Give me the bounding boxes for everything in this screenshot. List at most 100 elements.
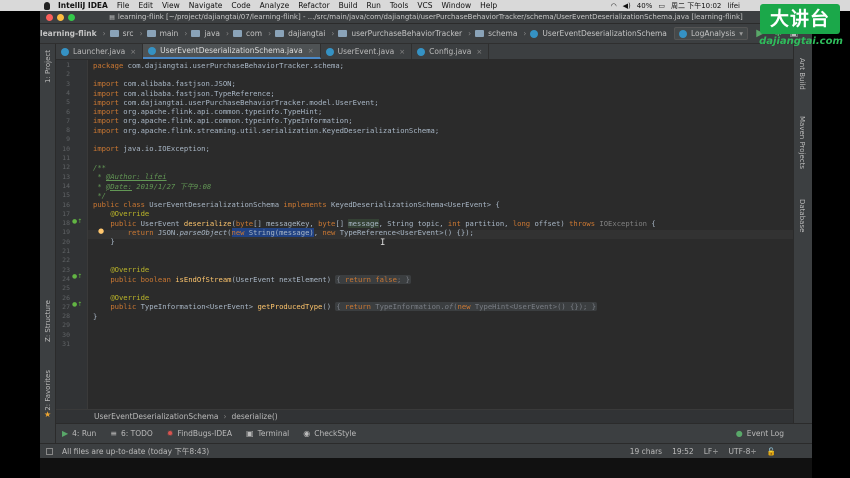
checkstyle-icon: ◉ [303,429,311,438]
line-number: 11 [62,154,70,162]
tab-config[interactable]: Config.java × [412,44,490,59]
structure-tool-button[interactable]: Z: Structure [44,300,52,342]
chevron-right-icon: › [139,29,143,38]
wifi-icon[interactable]: ◠ [611,2,617,10]
apple-icon[interactable] [44,1,50,10]
menu-app-name[interactable]: IntelliJ IDEA [58,1,108,10]
volume-icon[interactable]: ◀) [623,2,631,10]
todo-tool-button[interactable]: ≡ 6: TODO [110,429,153,438]
code-editor[interactable]: 1 2 3 4 5 6 7 8 9 10 11 12 13 14 15 16 17 18 19 20 21 22 23 24 2… [56,60,793,409]
close-icon[interactable]: × [308,47,314,55]
close-icon[interactable]: × [130,48,136,56]
nav-crumb-com[interactable]: com [233,29,262,38]
nav-crumb-main[interactable]: main [146,29,179,38]
status-message[interactable]: All files are up-to-date (today 下午8:43) [62,446,209,457]
menu-navigate[interactable]: Navigate [189,1,223,10]
nav-crumb-src[interactable]: src [109,29,134,38]
code-line-15: */ [93,190,106,200]
run-tool-button[interactable]: ▶ 4: Run [62,429,96,438]
breadcrumb-method[interactable]: deserialize() [231,412,277,421]
class-icon [61,47,69,56]
line-number: 14 [62,181,70,190]
menu-window[interactable]: Window [442,1,472,10]
lightbulb-icon[interactable]: ● [98,227,104,235]
override-gutter-icon[interactable]: ●↑ [72,218,82,225]
ant-build-tool-button[interactable]: Ant Build [798,58,806,90]
chevron-right-icon: › [184,29,188,38]
line-number: 2 [66,70,70,79]
lock-icon[interactable]: 🔓 [767,447,776,456]
menubar-clock[interactable]: 周二 下午10:02 [671,1,721,11]
override-gutter-icon[interactable]: ●↑ [72,301,82,308]
maven-projects-tool-button[interactable]: Maven Projects [798,116,806,169]
nav-crumb-dajiangtai[interactable]: dajiangtai [275,29,325,38]
status-bar: All files are up-to-date (today 下午8:43) … [40,443,812,458]
watermark: 大讲台 dajiangtai.com [752,2,850,50]
close-window-button[interactable] [46,13,53,21]
nav-crumb-schema[interactable]: schema [475,29,517,38]
watermark-url: dajiangtai.com [759,36,843,47]
document-icon: ▤ [109,13,115,21]
nav-crumb-label: dajiangtai [288,29,326,38]
nav-crumb-class[interactable]: UserEventDeserializationSchema [530,29,667,38]
checkstyle-tool-button[interactable]: ◉ CheckStyle [303,429,356,438]
minimize-window-button[interactable] [57,13,64,21]
menu-help[interactable]: Help [480,1,497,10]
zoom-window-button[interactable] [68,13,75,21]
breadcrumb-class[interactable]: UserEventDeserializationSchema [94,412,218,421]
menu-build[interactable]: Build [339,1,358,10]
menu-code[interactable]: Code [231,1,250,10]
line-number: 22 [62,256,70,265]
nav-crumb-project[interactable]: learning-flink [40,29,97,38]
menu-file[interactable]: File [117,1,130,10]
editor-gutter[interactable]: 1 2 3 4 5 6 7 8 9 10 11 12 13 14 15 16 17 18 19 20 21 22 23 24 2… [56,60,88,409]
menu-tools[interactable]: Tools [390,1,408,10]
tab-user-event[interactable]: UserEvent.java × [321,44,413,59]
menu-analyze[interactable]: Analyze [260,1,290,10]
database-tool-button[interactable]: Database [798,199,806,232]
nav-crumb-java[interactable]: java [191,29,220,38]
menu-vcs[interactable]: VCS [417,1,432,10]
line-number: 3 [66,79,70,88]
tab-label: Launcher.java [73,47,126,56]
line-number: 12 [62,163,70,172]
editor-tabs: Launcher.java × UserEventDeserializationS… [56,44,793,60]
menu-refactor[interactable]: Refactor [298,1,329,10]
menu-view[interactable]: View [162,1,180,10]
menubar-tray: ◠ ◀) 40% ▭ 周二 下午10:02 lifei [611,1,740,11]
battery-percent[interactable]: 40% [637,2,653,10]
menu-edit[interactable]: Edit [138,1,153,10]
nav-crumb-label: main [159,29,179,38]
event-log-tool-button[interactable]: ● Event Log [736,429,784,438]
chevron-right-icon: › [331,29,335,38]
code-line-12: /** [93,162,106,172]
nav-crumb-label: UserEventDeserializationSchema [542,29,667,38]
navigation-bar: learning-flink › src › main › java › com › da… [40,24,812,44]
tool-windows-toggle-icon[interactable] [46,447,53,455]
terminal-tool-button[interactable]: ▣ Terminal [246,429,289,438]
run-config-selector[interactable]: LogAnalysis ▾ [673,27,748,40]
caret-position[interactable]: 19:52 [672,447,694,456]
project-tool-button[interactable]: 1: Project [44,50,52,83]
chevron-right-icon: › [223,412,227,421]
override-gutter-icon[interactable]: ●↑ [72,273,82,280]
right-tool-stripe: Ant Build Maven Projects Database [793,44,812,458]
close-icon[interactable]: × [399,48,405,56]
tab-user-event-deserialization-schema[interactable]: UserEventDeserializationSchema.java × [143,44,321,59]
menu-run[interactable]: Run [366,1,380,10]
line-separator[interactable]: LF÷ [704,447,719,456]
findbugs-tool-button[interactable]: ✹ FindBugs-IDEA [167,429,232,438]
mouse-cursor-icon: I [380,238,386,248]
star-icon: ★ [44,410,52,419]
close-icon[interactable]: × [476,48,482,56]
favorites-tool-button[interactable]: 2: Favorites [44,370,52,411]
menubar-user[interactable]: lifei [727,2,740,10]
nav-crumb-tracker[interactable]: userPurchaseBehaviorTracker [338,29,462,38]
tool-label: CheckStyle [314,429,357,438]
line-number: 21 [62,247,70,255]
folder-icon [275,30,285,37]
file-encoding[interactable]: UTF-8÷ [729,447,757,456]
tab-label: UserEvent.java [337,47,395,56]
tab-launcher[interactable]: Launcher.java × [56,44,144,59]
code-line-16: public class UserEventDeserializationSch… [93,200,500,210]
